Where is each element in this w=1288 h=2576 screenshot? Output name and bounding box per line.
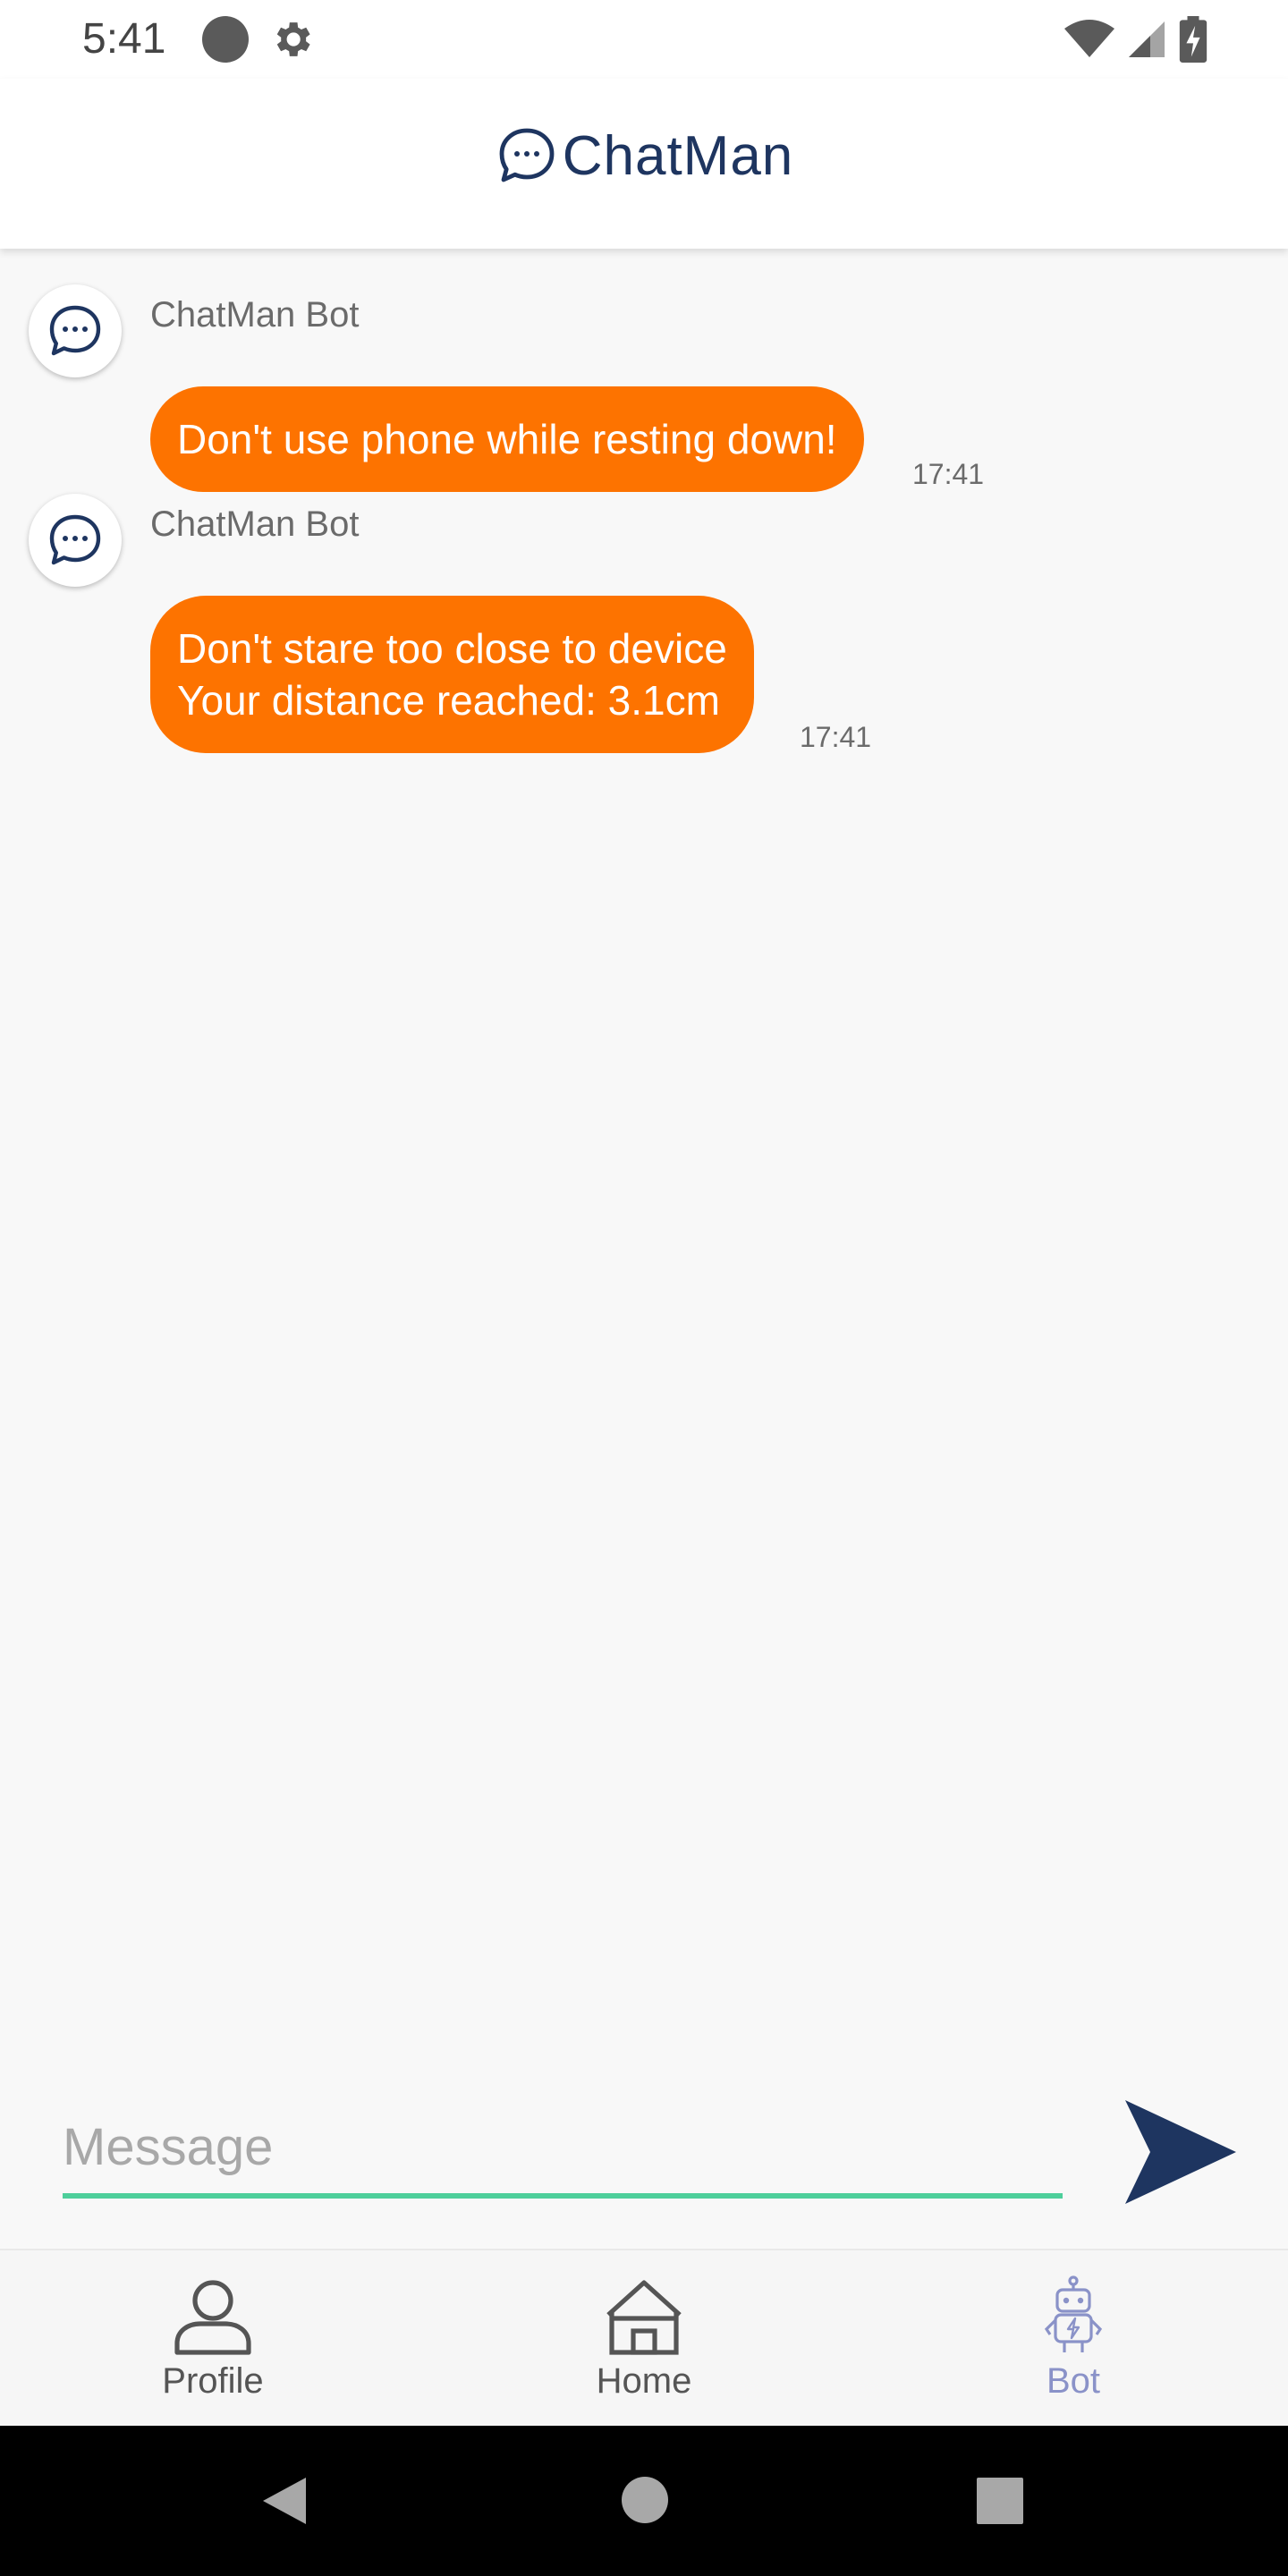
person-icon — [174, 2280, 251, 2355]
status-right-icons — [1063, 16, 1209, 63]
back-icon[interactable] — [259, 2474, 309, 2528]
robot-icon — [1044, 2275, 1103, 2352]
bottom-navigation: Profile Home Bot — [0, 2249, 1288, 2426]
send-arrow-icon[interactable] — [1122, 2097, 1240, 2207]
battery-charging-icon — [1179, 16, 1208, 63]
system-navigation-bar — [0, 2426, 1288, 2576]
app-title-group: ChatMan — [0, 123, 1288, 188]
message-bubble[interactable]: Don't use phone while resting down! — [150, 386, 864, 492]
home-icon — [606, 2280, 682, 2355]
app-title: ChatMan — [562, 124, 794, 187]
screen: 5:41 ChatMan ChatMan Bot Don't use phone… — [0, 0, 1288, 2576]
recents-icon[interactable] — [977, 2478, 1023, 2524]
message-time: 17:41 — [912, 458, 985, 490]
gear-icon — [276, 22, 310, 56]
nav-item-profile[interactable]: Profile — [79, 2250, 347, 2426]
message-time: 17:41 — [800, 721, 872, 753]
bot-avatar[interactable] — [29, 494, 122, 587]
signal-icon — [1129, 21, 1165, 57]
wifi-icon — [1064, 20, 1114, 57]
message-bubble[interactable]: Don't stare too close to device Your dis… — [150, 596, 754, 753]
chat-bubble-icon — [49, 305, 101, 356]
status-bar: 5:41 — [0, 0, 1288, 79]
nav-item-home[interactable]: Home — [510, 2250, 778, 2426]
home-circle-icon[interactable] — [621, 2476, 669, 2524]
chat-bubble-icon — [499, 128, 555, 182]
nav-item-bot[interactable]: Bot — [939, 2250, 1208, 2426]
chat-message-list[interactable]: ChatMan Bot Don't use phone while restin… — [0, 249, 1288, 2064]
status-time: 5:41 — [82, 15, 166, 63]
bot-avatar[interactable] — [29, 284, 122, 377]
app-header: ChatMan — [0, 79, 1288, 249]
message-sender: ChatMan Bot — [150, 295, 360, 335]
message-composer — [0, 2064, 1288, 2249]
message-input[interactable] — [63, 2100, 1063, 2199]
nav-label-profile: Profile — [162, 2361, 264, 2401]
circle-indicator-icon — [202, 16, 249, 63]
nav-label-bot: Bot — [1046, 2361, 1101, 2401]
chat-bubble-icon — [49, 514, 101, 565]
nav-label-home: Home — [596, 2361, 692, 2401]
message-sender: ChatMan Bot — [150, 504, 360, 544]
